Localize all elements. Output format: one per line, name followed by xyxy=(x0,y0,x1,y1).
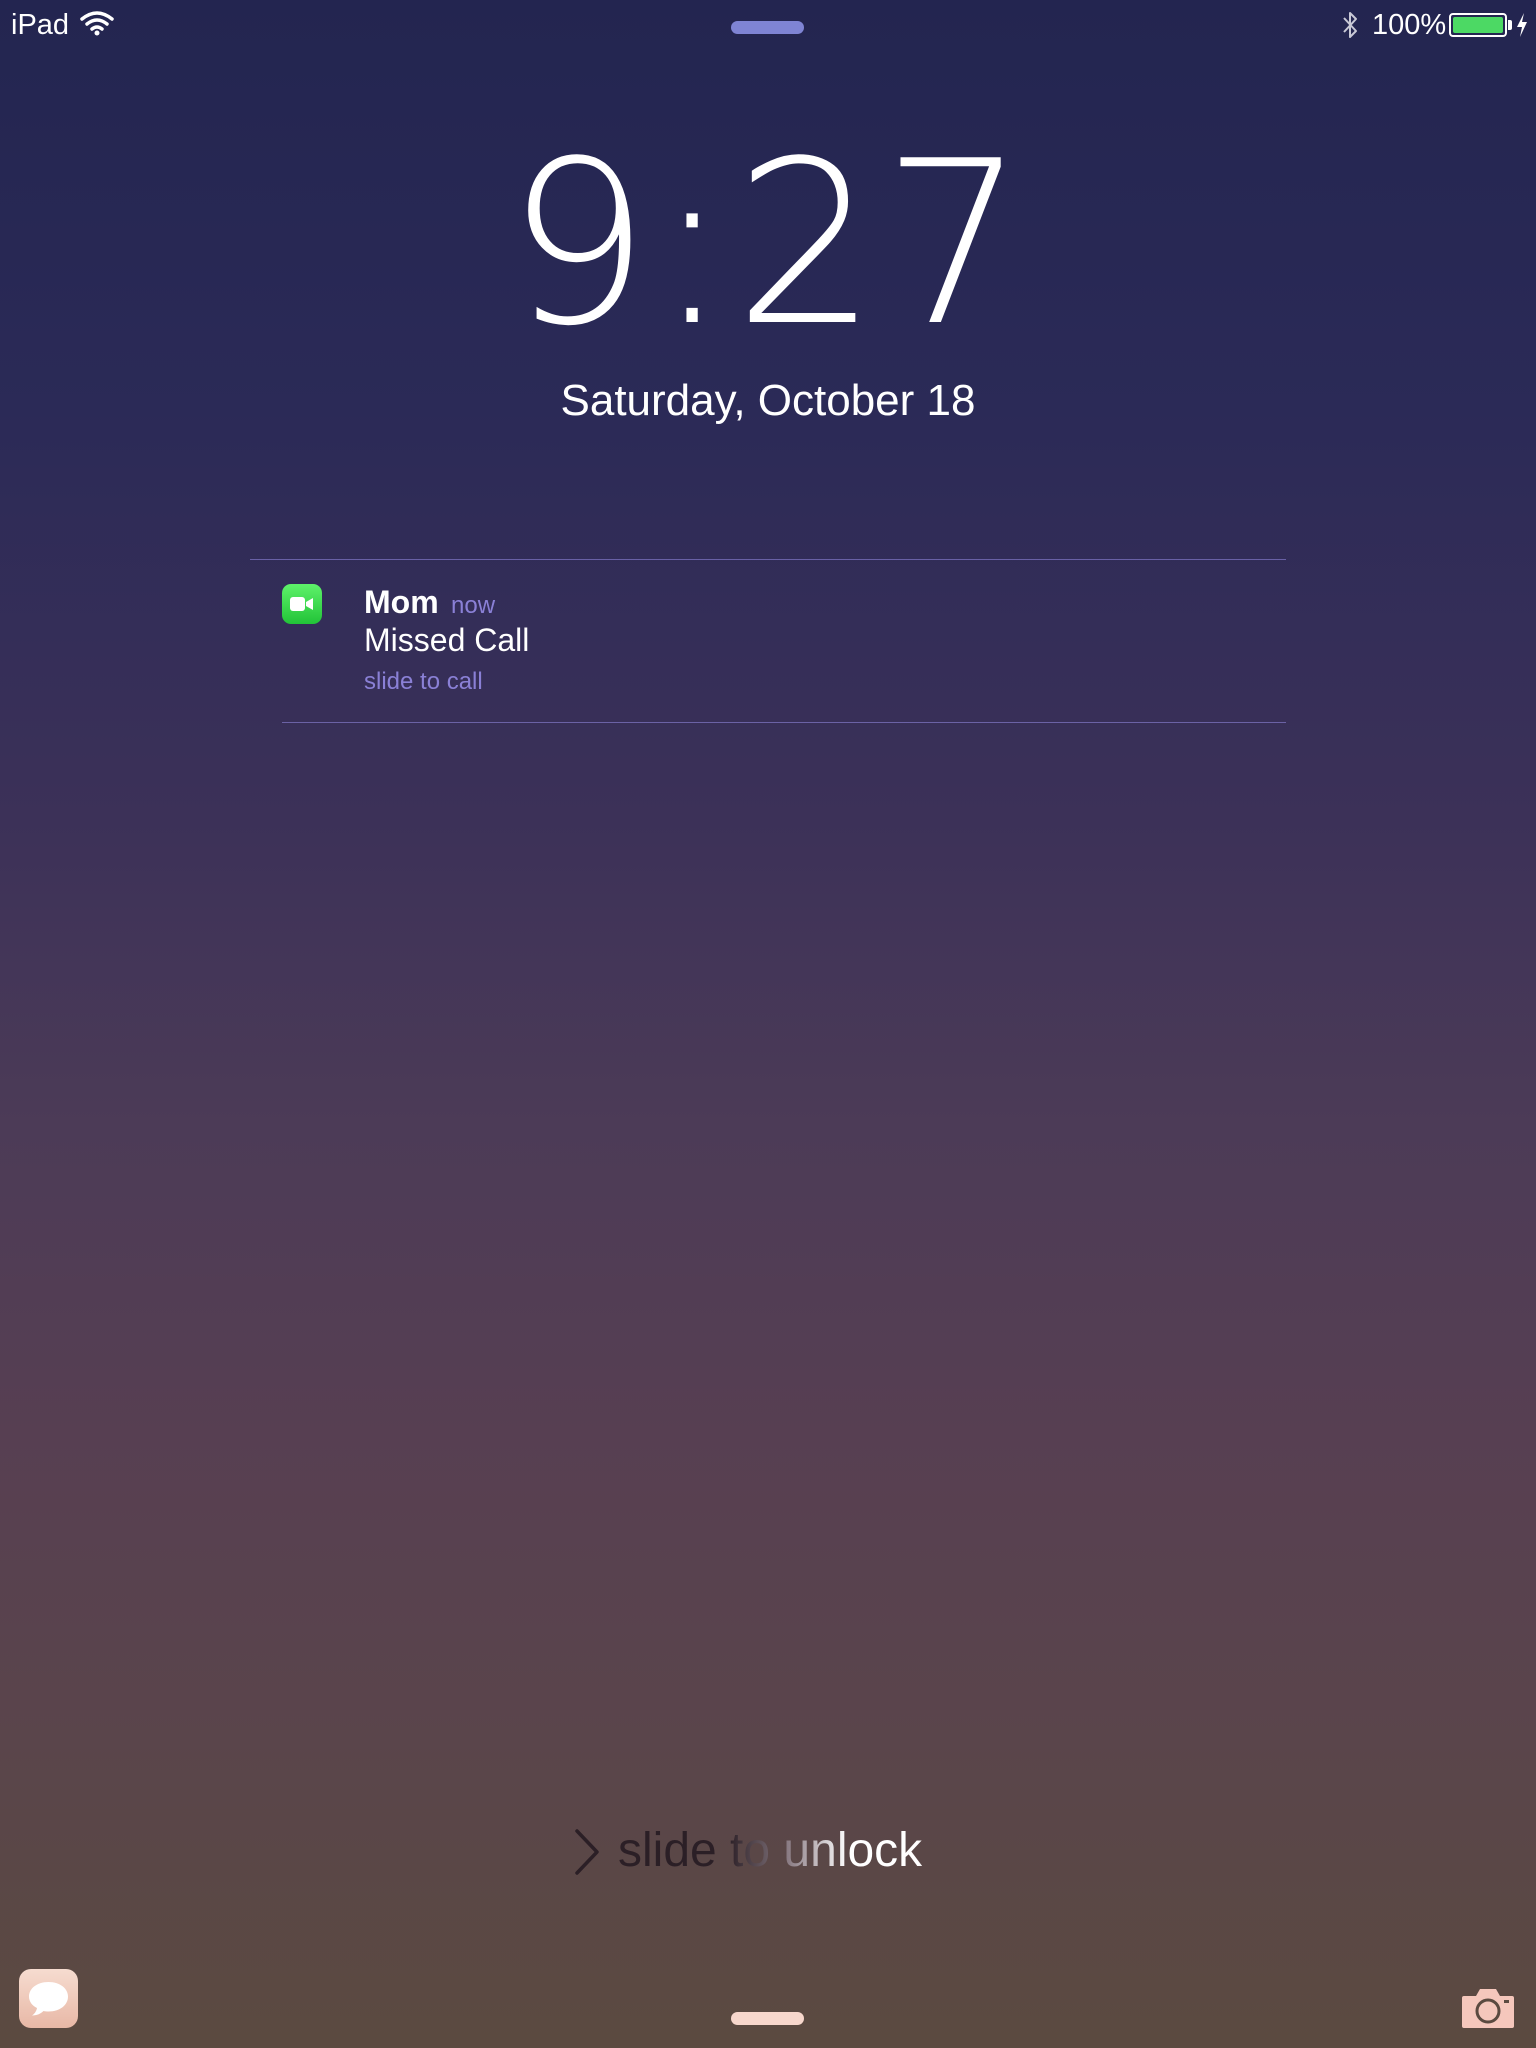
slide-to-unlock-label: slide to unlock xyxy=(618,1824,923,1877)
battery-tip xyxy=(1508,20,1512,30)
bluetooth-icon xyxy=(1343,12,1357,38)
lock-screen-date: Saturday, October 18 xyxy=(560,376,976,425)
battery-level-fill xyxy=(1453,17,1503,33)
messages-shortcut-button[interactable] xyxy=(19,1969,78,2028)
battery-percentage: 100% xyxy=(1372,9,1447,41)
notification-divider-bottom xyxy=(282,722,1286,723)
lock-screen-clock: 9:27 xyxy=(506,113,1030,376)
notification-slide-action[interactable]: slide to call xyxy=(364,668,483,696)
notification-sender: Mom xyxy=(364,584,439,620)
chevron-right-icon xyxy=(575,1829,599,1875)
status-bar: iPad 100% xyxy=(0,0,1536,50)
control-center-grabber[interactable] xyxy=(731,2012,804,2025)
camera-icon[interactable] xyxy=(1460,1984,1516,2030)
facetime-icon xyxy=(282,584,322,624)
notification-center-grabber[interactable] xyxy=(731,21,804,34)
wifi-icon xyxy=(80,11,114,36)
carrier-label: iPad xyxy=(11,9,70,41)
notification-divider-top xyxy=(250,559,1286,560)
battery-icon xyxy=(1449,13,1507,37)
charging-icon xyxy=(1517,13,1527,37)
notification-time: now xyxy=(451,592,496,619)
notification-message: Missed Call xyxy=(364,622,530,658)
messages-icon xyxy=(29,1982,68,2016)
